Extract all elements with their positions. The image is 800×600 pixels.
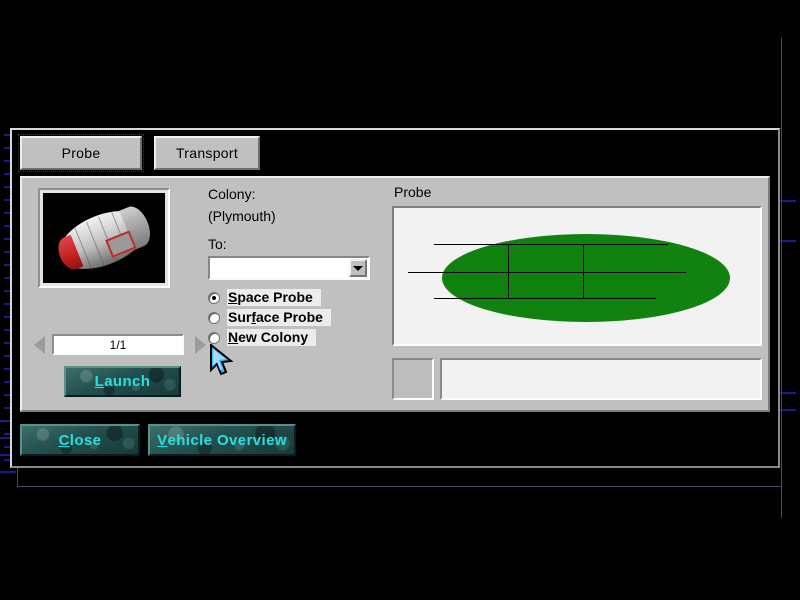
probe-thumbnail-frame — [38, 188, 170, 288]
probe-status-bar — [392, 358, 762, 402]
probe-group-box: Probe — [388, 182, 766, 410]
close-accel: C — [59, 432, 70, 449]
tab-probe-label: Probe — [62, 145, 101, 161]
radio-label-new-colony: New Colony — [227, 329, 316, 346]
page-indicator-value: 1/1 — [110, 338, 127, 352]
radio-new-colony[interactable]: New Colony — [208, 328, 316, 347]
colony-value: (Plymouth) — [208, 208, 276, 224]
tab-transport-label: Transport — [176, 145, 238, 161]
radio-mark-new-colony — [208, 332, 220, 344]
radio-mark-space-probe — [208, 292, 220, 304]
probe-diagram-view — [392, 206, 762, 346]
close-button[interactable]: Close — [20, 424, 140, 456]
desktop-frame-line-bottom — [17, 486, 781, 487]
probe-status-text — [440, 358, 762, 400]
page-indicator-field[interactable]: 1/1 — [52, 334, 184, 355]
page-stepper: 1/1 — [34, 334, 206, 356]
decor-line — [0, 471, 16, 473]
bulkhead-line-aft — [583, 244, 584, 299]
destination-combobox[interactable] — [208, 256, 370, 280]
triangle-right-icon[interactable] — [195, 336, 206, 354]
launch-accel: L — [95, 373, 105, 390]
radio-mark-surface-probe — [208, 312, 220, 324]
empty-slot-icon[interactable] — [392, 358, 434, 400]
desktop-frame-line-right — [781, 38, 782, 518]
close-label-rest: lose — [70, 432, 102, 449]
launch-label-rest: aunch — [104, 373, 150, 390]
tab-transport[interactable]: Transport — [154, 136, 260, 170]
probe-hull-ellipse — [442, 234, 730, 322]
hull-top-line — [508, 244, 668, 245]
radio-surface-probe[interactable]: Surface Probe — [208, 308, 331, 327]
triangle-left-icon[interactable] — [34, 336, 45, 354]
destination-label: To: — [208, 236, 227, 252]
screen-root: Probe Transport — [0, 0, 800, 600]
probe-dialog: Probe Transport — [10, 128, 780, 468]
radio-label-space-probe: Space Probe — [227, 289, 321, 306]
overview-label-rest: ehicle Overview — [168, 432, 287, 449]
tab-probe[interactable]: Probe — [20, 136, 142, 170]
probe-group-title: Probe — [394, 184, 431, 200]
launch-button[interactable]: Launch — [64, 366, 181, 397]
callout-line-bottom — [434, 298, 656, 299]
overview-accel: V — [157, 432, 167, 449]
chevron-down-icon[interactable] — [349, 259, 367, 277]
bulkhead-line-forward — [508, 244, 509, 299]
callout-line-middle — [408, 272, 686, 273]
vehicle-overview-button[interactable]: Vehicle Overview — [148, 424, 296, 456]
radio-label-surface-probe: Surface Probe — [227, 309, 331, 326]
probe-capsule-icon — [51, 200, 155, 281]
probe-thumbnail-image — [43, 193, 165, 283]
content-panel: 1/1 Launch Colony: (Plymouth) To: — [20, 176, 770, 412]
radio-space-probe[interactable]: Space Probe — [208, 288, 321, 307]
colony-label: Colony: — [208, 186, 255, 202]
